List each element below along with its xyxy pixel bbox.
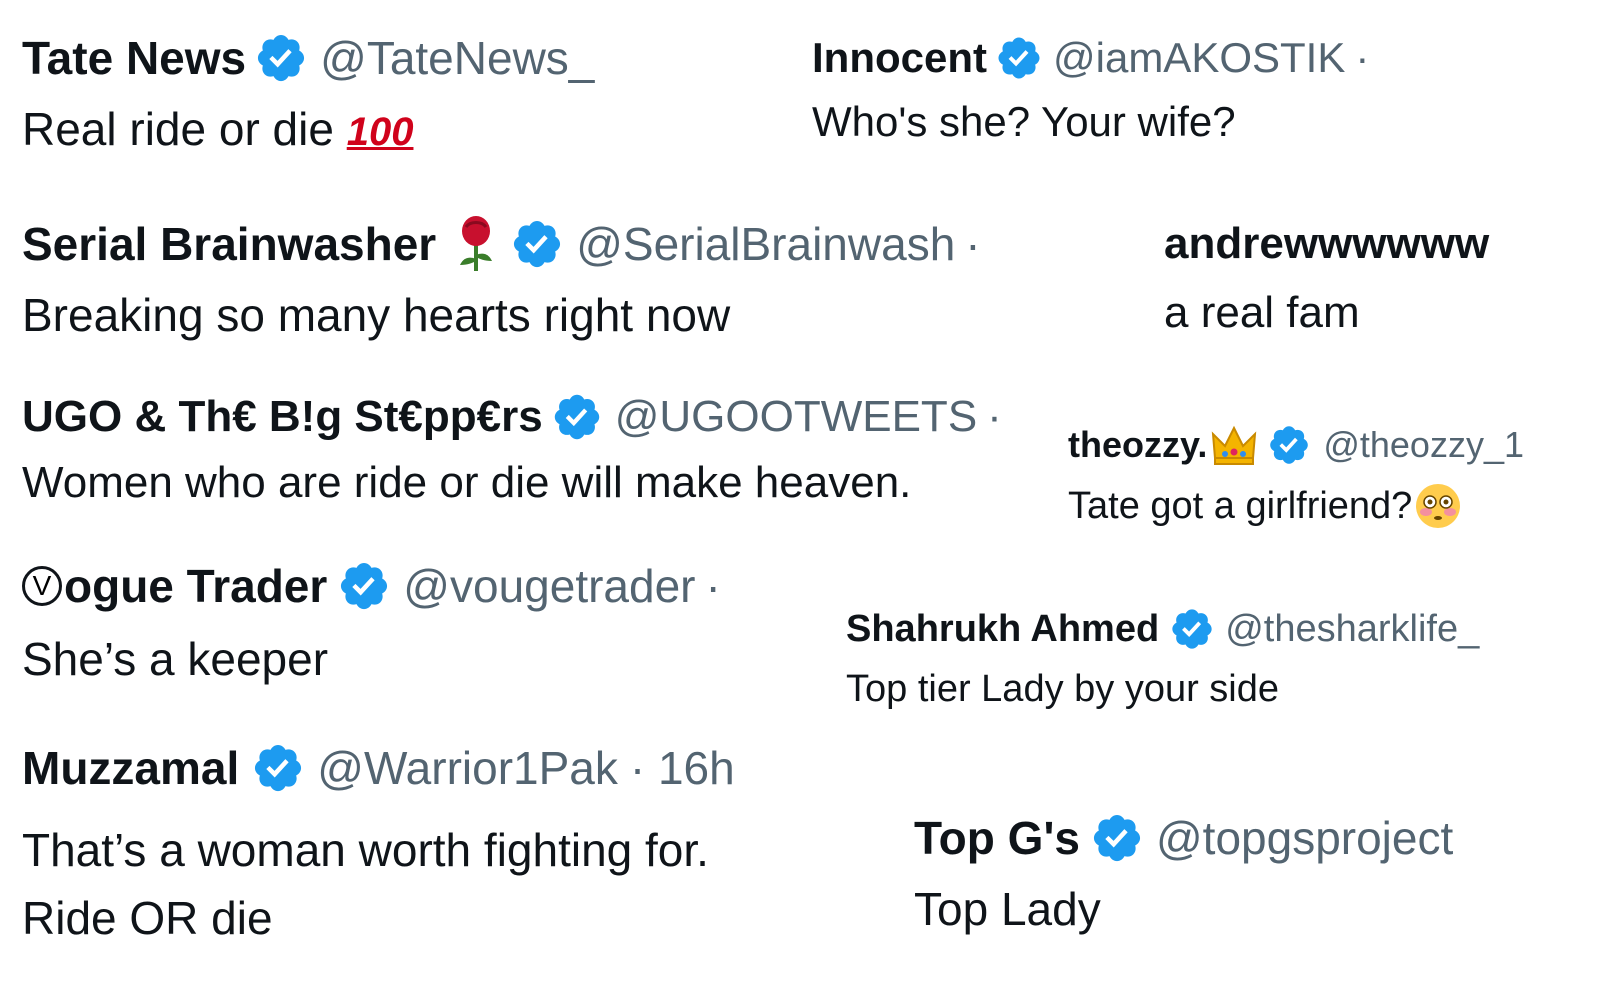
- tweet-text: Tate got a girlfriend?: [1068, 484, 1413, 527]
- tweet-text: Women who are ride or die will make heav…: [22, 458, 912, 507]
- tweet-text: Breaking so many hearts right now: [22, 289, 731, 341]
- author-name[interactable]: Innocent: [812, 34, 987, 82]
- author-handle[interactable]: @SerialBrainwash: [576, 217, 955, 271]
- verified-badge-icon: [995, 34, 1043, 82]
- author-handle[interactable]: @iamAKOSTIK: [1053, 34, 1345, 82]
- crown-icon: [1212, 425, 1257, 465]
- tweet-muzzamal: Muzzamal @Warrior1Pak · 16h That’s a wom…: [22, 738, 735, 952]
- tweet-tate-news: Tate News @TateNews_ Real ride or die 10…: [22, 28, 594, 156]
- tweet-innocent: Innocent @iamAKOSTIK · Who's she? Your w…: [812, 32, 1369, 146]
- separator-dot: ·: [987, 392, 1002, 441]
- author-name[interactable]: Tate News: [22, 31, 246, 85]
- tweet-text-line-2: Ride OR die: [22, 892, 273, 944]
- tweet-text-line-1: That’s a woman worth fighting for.: [22, 824, 709, 876]
- author-name[interactable]: ogue Trader: [64, 559, 327, 613]
- hundred-points-icon: 100: [346, 110, 414, 154]
- tweet-text: Who's she? Your wife?: [812, 98, 1236, 145]
- tweet-theozzy: theozzy. @theozzy_1 Tate got a girlfrien…: [1068, 420, 1524, 530]
- tweet-vogue-trader: V ogue Trader @vougetrader · She’s a kee…: [22, 556, 721, 686]
- author-name[interactable]: andrewwwwww: [1164, 219, 1489, 269]
- tweet-text: She’s a keeper: [22, 633, 329, 685]
- separator-dot: ·: [965, 218, 981, 270]
- author-handle[interactable]: @thesharklife_: [1225, 608, 1479, 651]
- tweet-shahrukh-ahmed: Shahrukh Ahmed @thesharklife_ Top tier L…: [846, 604, 1479, 711]
- rose-icon: [460, 216, 493, 271]
- verified-badge-icon: [551, 391, 603, 443]
- tweet-text: Real ride or die: [22, 103, 334, 155]
- tweet-text: Top tier Lady by your side: [846, 668, 1280, 710]
- flushed-face-icon: [1416, 484, 1461, 528]
- tweet-text: a real fam: [1164, 288, 1360, 337]
- verified-badge-icon: [1267, 423, 1311, 467]
- author-handle[interactable]: @topgsproject: [1156, 811, 1453, 865]
- verified-badge-icon: [1090, 811, 1144, 865]
- tweet-andrewwwwww: andrewwwwww a real fam: [1164, 214, 1520, 338]
- author-handle[interactable]: @theozzy_1: [1323, 424, 1524, 466]
- tweet-text: Top Lady: [914, 883, 1101, 935]
- tweet-ugo: UGO & Th€ B!g St€pp€rs @UGOOTWEETS · Wom…: [22, 388, 1002, 508]
- author-name[interactable]: UGO & Th€ B!g St€pp€rs: [22, 392, 543, 442]
- v-circle-icon: V: [22, 566, 62, 606]
- verified-badge-icon: [1169, 606, 1215, 652]
- author-handle[interactable]: @UGOOTWEETS: [615, 392, 977, 442]
- tweet-top-gs: Top G's @topgsproject Top Lady: [914, 808, 1453, 936]
- verified-badge-icon: [251, 741, 305, 795]
- author-handle[interactable]: @vougetrader: [403, 559, 695, 613]
- author-handle[interactable]: @Warrior1Pak: [317, 741, 618, 795]
- verified-badge-icon: [510, 217, 564, 271]
- author-name[interactable]: Muzzamal: [22, 741, 239, 795]
- timestamp[interactable]: · 16h: [630, 741, 735, 795]
- author-name[interactable]: Top G's: [914, 811, 1080, 865]
- separator-dot: ·: [705, 560, 721, 612]
- verified-badge-icon: [254, 31, 308, 85]
- author-name[interactable]: Serial Brainwasher: [22, 217, 436, 271]
- author-name[interactable]: theozzy.: [1068, 424, 1207, 466]
- author-handle[interactable]: @TateNews_: [320, 31, 594, 85]
- separator-dot: ·: [1355, 34, 1370, 81]
- verified-badge-icon: [337, 559, 391, 613]
- tweet-serial-brainwasher: Serial Brainwasher @SerialBrainwash · Br…: [22, 214, 981, 342]
- author-name[interactable]: Shahrukh Ahmed: [846, 608, 1159, 651]
